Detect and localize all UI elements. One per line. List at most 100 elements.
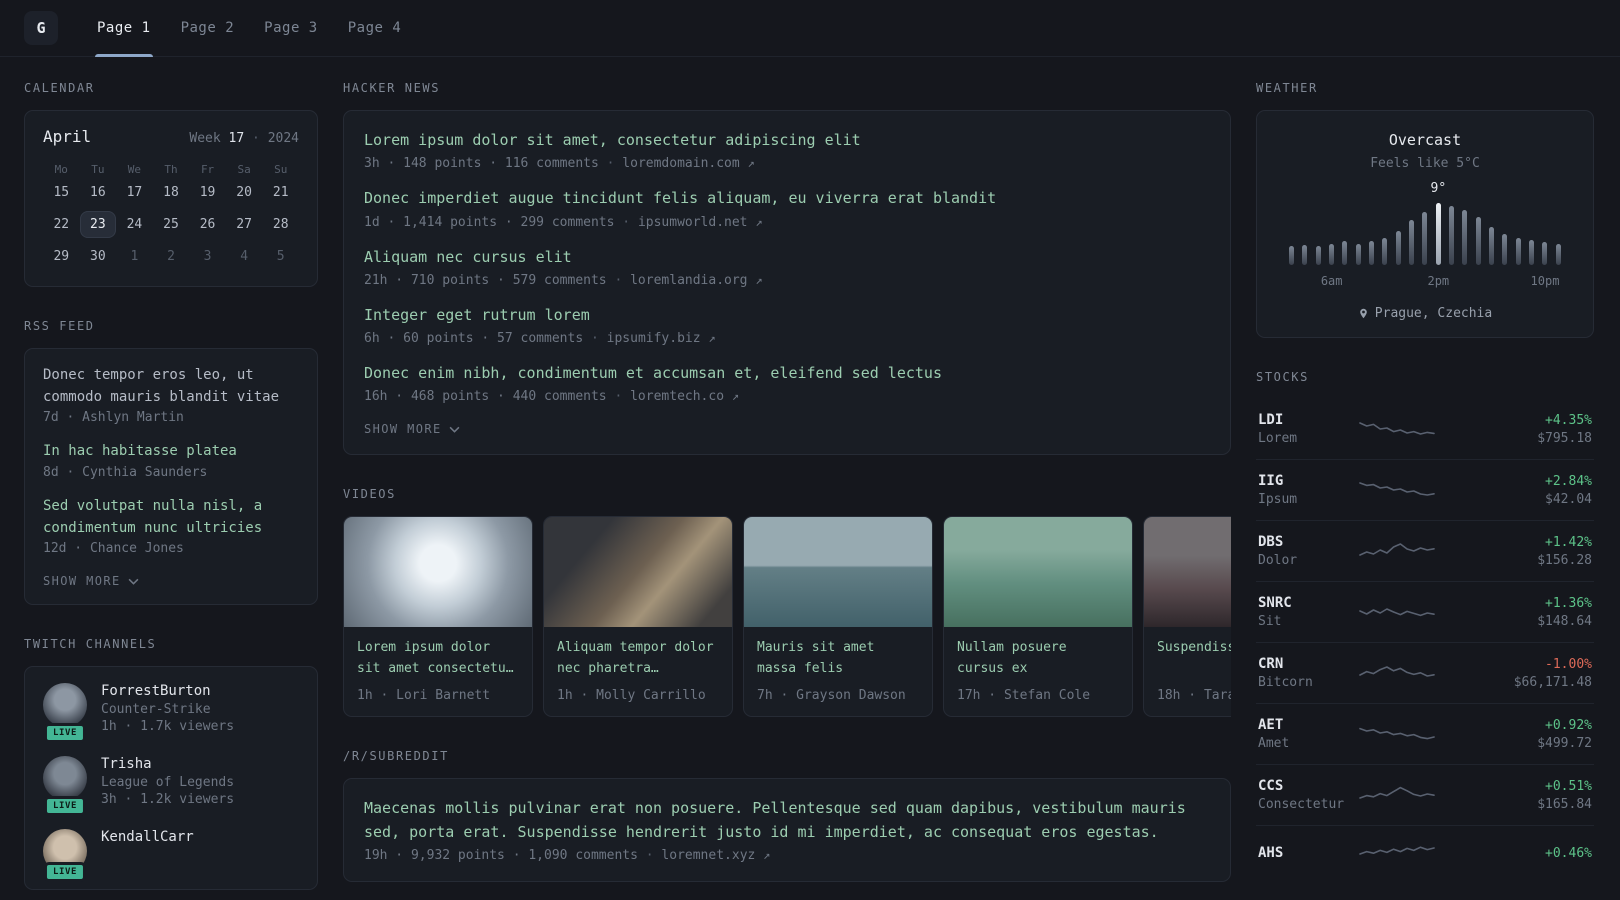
video-title-link[interactable]: Mauris sit amet massa felis bbox=[757, 638, 919, 680]
hackernews-widget: HACKER NEWS Lorem ipsum dolor sit amet, … bbox=[343, 81, 1231, 456]
twitch-channel[interactable]: LIVE KendallCarr bbox=[43, 829, 299, 883]
tab-page-2[interactable]: Page 2 bbox=[166, 0, 250, 56]
app-logo[interactable]: G bbox=[24, 11, 58, 45]
calendar-day[interactable]: 18 bbox=[153, 179, 190, 206]
video-card[interactable]: Nullam posuere cursus ex 17h · Stefan Co… bbox=[943, 516, 1133, 718]
stock-sparkline bbox=[1359, 846, 1435, 855]
stock-sparkline bbox=[1359, 786, 1435, 799]
twitch-channel[interactable]: LIVE ForrestBurton Counter-Strike 1h · 1… bbox=[43, 683, 299, 744]
stock-row[interactable]: AHS +0.46% bbox=[1256, 825, 1594, 880]
rss-item-link[interactable]: Sed volutpat nulla nisl, a condimentum n… bbox=[43, 496, 299, 539]
calendar-day[interactable]: 27 bbox=[226, 211, 263, 238]
channel-meta: 3h · 1.2k viewers bbox=[101, 792, 235, 808]
avatar: LIVE bbox=[43, 683, 87, 744]
channel-name[interactable]: Trisha bbox=[101, 756, 234, 772]
stock-row[interactable]: AET Amet +0.92% $499.72 bbox=[1256, 703, 1594, 764]
hn-domain-link[interactable]: loremdomain.com ↗ bbox=[622, 156, 754, 171]
calendar-day[interactable]: 19 bbox=[189, 179, 226, 206]
calendar-day[interactable]: 2 bbox=[153, 243, 190, 270]
show-more-label: SHOW MORE bbox=[43, 574, 121, 589]
stock-identity: DBS Dolor bbox=[1258, 534, 1354, 568]
calendar-day[interactable]: 17 bbox=[116, 179, 153, 206]
hn-item-link[interactable]: Donec imperdiet augue tincidunt felis al… bbox=[364, 187, 1210, 210]
calendar-day[interactable]: 16 bbox=[80, 179, 117, 206]
calendar-day[interactable]: 21 bbox=[262, 179, 299, 206]
hn-item-link[interactable]: Donec enim nibh, condimentum et accumsan… bbox=[364, 362, 1210, 385]
hn-item: Aliquam nec cursus elit 21h · 710 points… bbox=[364, 246, 1210, 288]
video-card[interactable]: Suspendisse diam 18h · Tara bbox=[1143, 516, 1231, 718]
calendar-weekday: We bbox=[127, 163, 142, 176]
stock-identity: IIG Ipsum bbox=[1258, 473, 1354, 507]
video-card[interactable]: Lorem ipsum dolor sit amet consectetu… 1… bbox=[343, 516, 533, 718]
calendar-weekday: Sa bbox=[237, 163, 251, 176]
stock-identity: CRN Bitcorn bbox=[1258, 656, 1354, 690]
hn-item-link[interactable]: Lorem ipsum dolor sit amet, consectetur … bbox=[364, 129, 1210, 152]
tab-page-1[interactable]: Page 1 bbox=[82, 0, 166, 57]
stock-identity: AET Amet bbox=[1258, 717, 1354, 751]
video-card[interactable]: Aliquam tempor dolor nec pharetra… 1h · … bbox=[543, 516, 733, 718]
subreddit-post-link[interactable]: Maecenas mollis pulvinar erat non posuer… bbox=[364, 797, 1210, 844]
calendar-day[interactable]: 20 bbox=[226, 179, 263, 206]
weather-bar bbox=[1285, 203, 1298, 265]
calendar-day[interactable]: 15 bbox=[43, 179, 80, 206]
calendar-day[interactable]: 5 bbox=[262, 243, 299, 270]
stock-values: +0.46% bbox=[1545, 846, 1592, 861]
stock-name: Ipsum bbox=[1258, 492, 1298, 507]
video-title-link[interactable]: Aliquam tempor dolor nec pharetra… bbox=[557, 638, 719, 680]
calendar-day[interactable]: 29 bbox=[43, 243, 80, 270]
stock-name: Lorem bbox=[1258, 431, 1298, 446]
twitch-channel[interactable]: LIVE Trisha League of Legends 3h · 1.2k … bbox=[43, 756, 299, 817]
hn-item-link[interactable]: Integer eget rutrum lorem bbox=[364, 304, 1210, 327]
hn-item-link[interactable]: Aliquam nec cursus elit bbox=[364, 246, 1210, 269]
hackernews-show-more-button[interactable]: SHOW MORE bbox=[364, 422, 1210, 436]
stock-sparkline bbox=[1359, 727, 1435, 740]
stock-change: +0.46% bbox=[1545, 845, 1592, 861]
stock-row[interactable]: LDI Lorem +4.35% $795.18 bbox=[1256, 399, 1594, 459]
calendar-day[interactable]: 28 bbox=[262, 211, 299, 238]
video-title-link[interactable]: Nullam posuere cursus ex bbox=[957, 638, 1119, 680]
hn-domain-link[interactable]: ipsumworld.net ↗ bbox=[638, 215, 763, 230]
weather-bar bbox=[1418, 203, 1431, 265]
calendar-day[interactable]: 25 bbox=[153, 211, 190, 238]
hn-domain-link[interactable]: loremlandia.org ↗ bbox=[630, 273, 762, 288]
stock-row[interactable]: DBS Dolor +1.42% $156.28 bbox=[1256, 520, 1594, 581]
channel-name[interactable]: ForrestBurton bbox=[101, 683, 234, 699]
calendar-day[interactable]: 24 bbox=[116, 211, 153, 238]
stock-row[interactable]: IIG Ipsum +2.84% $42.04 bbox=[1256, 459, 1594, 520]
widget-title-stocks: STOCKS bbox=[1256, 370, 1309, 384]
calendar-day[interactable]: 30 bbox=[80, 243, 117, 270]
calendar-day[interactable]: 26 bbox=[189, 211, 226, 238]
stock-values: +0.51% $165.84 bbox=[1537, 779, 1592, 812]
stock-row[interactable]: SNRC Sit +1.36% $148.64 bbox=[1256, 581, 1594, 642]
tab-page-3[interactable]: Page 3 bbox=[249, 0, 333, 56]
video-title-link[interactable]: Lorem ipsum dolor sit amet consectetu… bbox=[357, 638, 519, 680]
stock-price: $499.72 bbox=[1537, 735, 1592, 751]
separator: · bbox=[252, 131, 260, 146]
video-title-link[interactable]: Suspendisse diam bbox=[1157, 638, 1231, 680]
rss-item-link[interactable]: Donec tempor eros leo, ut commodo mauris… bbox=[43, 365, 299, 408]
stock-change: +0.51% bbox=[1545, 778, 1592, 794]
tab-page-4[interactable]: Page 4 bbox=[333, 0, 417, 56]
hn-domain-link[interactable]: loremtech.co ↗ bbox=[630, 389, 739, 404]
rss-show-more-button[interactable]: SHOW MORE bbox=[43, 574, 299, 588]
video-thumbnail bbox=[544, 517, 732, 628]
channel-info: Trisha League of Legends 3h · 1.2k viewe… bbox=[101, 756, 234, 807]
calendar-day[interactable]: 22 bbox=[43, 211, 80, 238]
channel-name[interactable]: KendallCarr bbox=[101, 829, 194, 845]
calendar-day[interactable]: 1 bbox=[116, 243, 153, 270]
stock-row[interactable]: CCS Consectetur +0.51% $165.84 bbox=[1256, 764, 1594, 825]
calendar-day-selected[interactable]: 23 bbox=[79, 211, 117, 238]
rss-item-link[interactable]: In hac habitasse platea bbox=[43, 441, 299, 463]
weather-time-label: 10pm bbox=[1530, 274, 1560, 288]
stock-row[interactable]: CRN Bitcorn -1.00% $66,171.48 bbox=[1256, 642, 1594, 703]
weather-bar bbox=[1352, 203, 1365, 265]
subreddit-domain-link[interactable]: loremnet.xyz ↗ bbox=[661, 848, 770, 863]
stock-change: -1.00% bbox=[1545, 656, 1592, 672]
calendar-day[interactable]: 4 bbox=[226, 243, 263, 270]
weather-location[interactable]: Prague, Czechia bbox=[1275, 306, 1575, 321]
hn-item: Lorem ipsum dolor sit amet, consectetur … bbox=[364, 129, 1210, 171]
video-card[interactable]: Mauris sit amet massa felis 7h · Grayson… bbox=[743, 516, 933, 718]
hn-domain-link[interactable]: ipsumify.biz ↗ bbox=[607, 331, 716, 346]
calendar-day[interactable]: 3 bbox=[189, 243, 226, 270]
hn-item: Donec imperdiet augue tincidunt felis al… bbox=[364, 187, 1210, 229]
